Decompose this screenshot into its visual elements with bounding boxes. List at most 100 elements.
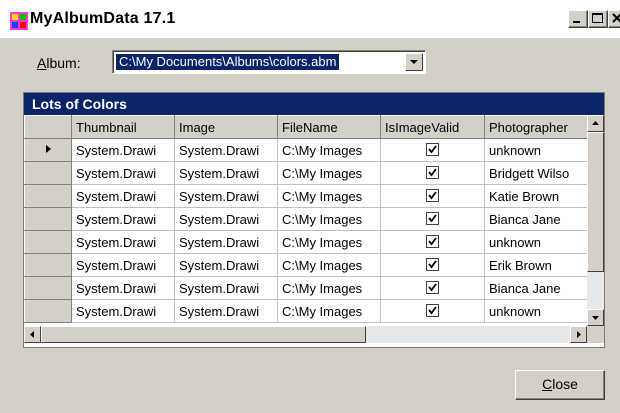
- isimagevalid-checkbox[interactable]: [426, 304, 439, 317]
- cell-filename[interactable]: C:\My Images: [277, 138, 381, 162]
- scroll-left-button[interactable]: [24, 326, 41, 343]
- cell-image[interactable]: System.Drawi: [174, 138, 278, 162]
- cell-photographer[interactable]: Erik Brown: [484, 253, 588, 277]
- cell-photographer[interactable]: unknown: [484, 299, 588, 323]
- cell-filename[interactable]: C:\My Images: [277, 276, 381, 300]
- cell-isimagevalid[interactable]: [380, 253, 485, 277]
- cell-thumbnail[interactable]: System.Drawi: [71, 253, 175, 277]
- table-row[interactable]: System.Drawi System.Drawi C:\My Images Erik…: [24, 253, 588, 277]
- close-window-button[interactable]: [608, 10, 620, 28]
- cell-image[interactable]: System.Drawi: [174, 253, 278, 277]
- cell-image[interactable]: System.Drawi: [174, 230, 278, 254]
- cell-image[interactable]: System.Drawi: [174, 207, 278, 231]
- isimagevalid-checkbox[interactable]: [426, 258, 439, 271]
- scroll-up-button[interactable]: [587, 115, 604, 132]
- row-header[interactable]: [24, 161, 72, 185]
- isimagevalid-checkbox[interactable]: [426, 281, 439, 294]
- vertical-scroll-thumb[interactable]: [587, 132, 604, 272]
- cell-photographer[interactable]: Bianca Jane: [484, 207, 588, 231]
- cell-filename[interactable]: C:\My Images: [277, 207, 381, 231]
- cell-thumbnail[interactable]: System.Drawi: [71, 230, 175, 254]
- cell-thumbnail[interactable]: System.Drawi: [71, 161, 175, 185]
- cell-thumbnail[interactable]: System.Drawi: [71, 184, 175, 208]
- row-header[interactable]: [24, 184, 72, 208]
- app-window-icon[interactable]: [10, 12, 28, 30]
- isimagevalid-checkbox[interactable]: [426, 189, 439, 202]
- grid-table: Thumbnail Image FileName IsImageValid Ph…: [24, 115, 588, 323]
- table-row[interactable]: System.Drawi System.Drawi C:\My Images Brid…: [24, 161, 588, 185]
- horizontal-scrollbar[interactable]: [24, 326, 587, 343]
- album-dropdown-button[interactable]: [405, 53, 423, 71]
- cell-image[interactable]: System.Drawi: [174, 161, 278, 185]
- cell-photographer[interactable]: Bianca Jane: [484, 276, 588, 300]
- cell-photographer[interactable]: Katie Brown: [484, 184, 588, 208]
- column-header-photographer[interactable]: Photographer: [484, 115, 588, 139]
- arrow-right-icon: [577, 331, 581, 338]
- row-header[interactable]: [24, 299, 72, 323]
- horizontal-scroll-thumb[interactable]: [41, 326, 366, 343]
- cell-image[interactable]: System.Drawi: [174, 299, 278, 323]
- row-header[interactable]: [24, 276, 72, 300]
- isimagevalid-checkbox[interactable]: [426, 143, 439, 156]
- cell-thumbnail[interactable]: System.Drawi: [71, 276, 175, 300]
- table-row[interactable]: System.Drawi System.Drawi C:\My Images Bian…: [24, 207, 588, 231]
- title-bar[interactable]: MyAlbumData 17.1: [0, 0, 620, 38]
- close-mnemonic: C: [542, 376, 553, 392]
- cell-photographer[interactable]: unknown: [484, 138, 588, 162]
- cell-filename[interactable]: C:\My Images: [277, 184, 381, 208]
- table-row[interactable]: System.Drawi System.Drawi C:\My Images Kati…: [24, 184, 588, 208]
- minimize-button[interactable]: [568, 10, 588, 28]
- cell-isimagevalid[interactable]: [380, 207, 485, 231]
- grid-body: System.Drawi System.Drawi C:\My Images unkn…: [24, 138, 588, 323]
- scroll-down-button[interactable]: [587, 309, 604, 326]
- table-row[interactable]: System.Drawi System.Drawi C:\My Images unkn…: [24, 230, 588, 254]
- table-row[interactable]: System.Drawi System.Drawi C:\My Images unkn…: [24, 299, 588, 323]
- cell-photographer[interactable]: Bridgett Wilso: [484, 161, 588, 185]
- corner-header[interactable]: [24, 115, 72, 139]
- cell-filename[interactable]: C:\My Images: [277, 253, 381, 277]
- arrow-up-icon: [592, 121, 599, 125]
- close-icon: [612, 13, 620, 23]
- cell-isimagevalid[interactable]: [380, 230, 485, 254]
- cell-isimagevalid[interactable]: [380, 138, 485, 162]
- cell-photographer[interactable]: unknown: [484, 230, 588, 254]
- album-path-value[interactable]: C:\My Documents\Albums\colors.abm: [116, 54, 340, 70]
- vertical-scrollbar[interactable]: [587, 115, 604, 326]
- scrollbar-corner: [587, 326, 604, 343]
- maximize-icon: [592, 13, 603, 23]
- cell-thumbnail[interactable]: System.Drawi: [71, 138, 175, 162]
- arrow-left-icon: [30, 331, 34, 338]
- cell-image[interactable]: System.Drawi: [174, 276, 278, 300]
- column-header-image[interactable]: Image: [174, 115, 278, 139]
- isimagevalid-checkbox[interactable]: [426, 212, 439, 225]
- cell-thumbnail[interactable]: System.Drawi: [71, 207, 175, 231]
- cell-isimagevalid[interactable]: [380, 161, 485, 185]
- row-header[interactable]: [24, 138, 72, 162]
- album-combobox[interactable]: C:\My Documents\Albums\colors.abm: [112, 50, 426, 74]
- row-header[interactable]: [24, 230, 72, 254]
- grid-header-row: Thumbnail Image FileName IsImageValid Ph…: [24, 115, 588, 139]
- isimagevalid-checkbox[interactable]: [426, 235, 439, 248]
- cell-isimagevalid[interactable]: [380, 276, 485, 300]
- row-header[interactable]: [24, 253, 72, 277]
- row-header[interactable]: [24, 207, 72, 231]
- album-data-grid[interactable]: Lots of Colors Thumbnail Image FileName …: [23, 92, 605, 348]
- column-header-thumbnail[interactable]: Thumbnail: [71, 115, 175, 139]
- maximize-button[interactable]: [588, 10, 608, 28]
- cell-filename[interactable]: C:\My Images: [277, 299, 381, 323]
- scroll-right-button[interactable]: [570, 326, 587, 343]
- cell-filename[interactable]: C:\My Images: [277, 161, 381, 185]
- cell-isimagevalid[interactable]: [380, 184, 485, 208]
- column-header-filename[interactable]: FileName: [277, 115, 381, 139]
- cell-image[interactable]: System.Drawi: [174, 184, 278, 208]
- table-row[interactable]: System.Drawi System.Drawi C:\My Images Bian…: [24, 276, 588, 300]
- cell-filename[interactable]: C:\My Images: [277, 230, 381, 254]
- cell-thumbnail[interactable]: System.Drawi: [71, 299, 175, 323]
- cell-isimagevalid[interactable]: [380, 299, 485, 323]
- grid-caption: Lots of Colors: [24, 93, 604, 115]
- minimize-icon: [573, 21, 580, 23]
- isimagevalid-checkbox[interactable]: [426, 166, 439, 179]
- close-button[interactable]: Close: [515, 370, 605, 400]
- table-row[interactable]: System.Drawi System.Drawi C:\My Images unkn…: [24, 138, 588, 162]
- column-header-isimagevalid[interactable]: IsImageValid: [380, 115, 485, 139]
